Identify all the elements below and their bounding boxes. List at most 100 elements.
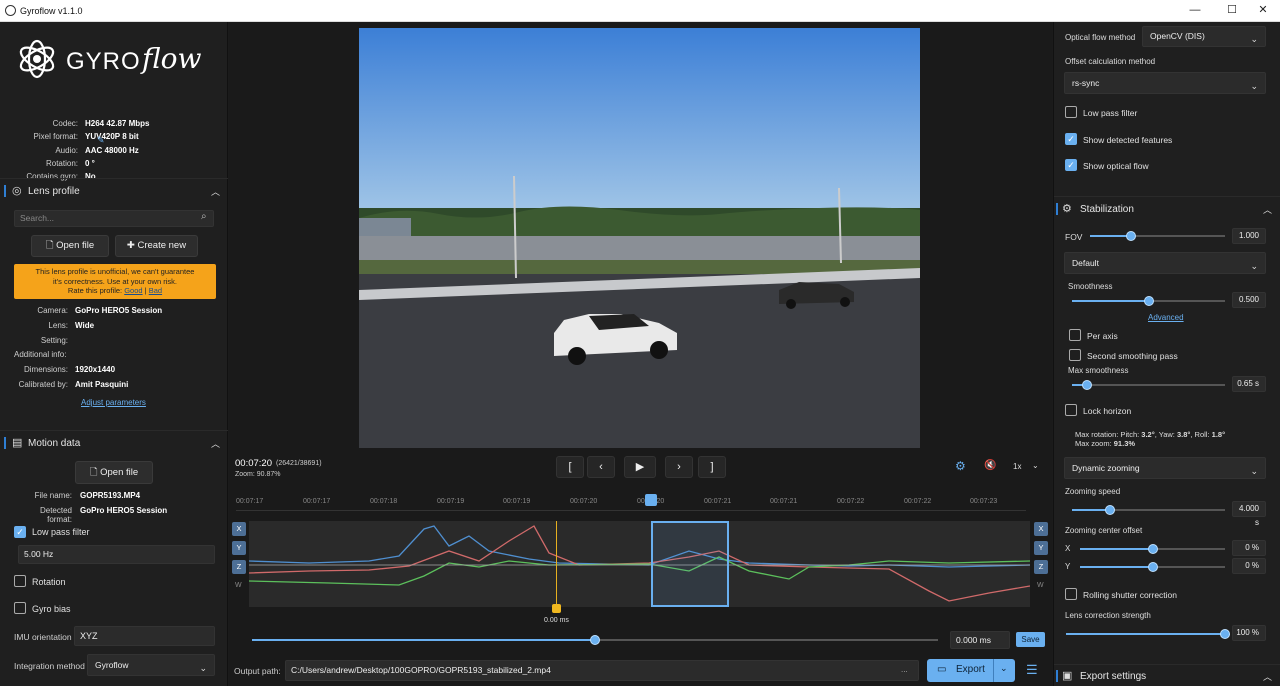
axis-toggle-z[interactable]: Z <box>232 560 246 574</box>
center-y-slider-knob[interactable] <box>1147 562 1158 572</box>
zooming-mode-value: Dynamic zooming <box>1072 463 1140 473</box>
right-low-pass-checkbox[interactable] <box>1065 106 1077 118</box>
lens-strength-slider[interactable] <box>1066 629 1230 639</box>
show-flow-checkbox[interactable]: ✓ <box>1065 159 1077 171</box>
fov-input[interactable]: 1.000 <box>1232 228 1266 244</box>
rolling-shutter-checkbox[interactable] <box>1065 588 1077 600</box>
axis-toggle-y[interactable]: Y <box>232 541 246 555</box>
playback-speed[interactable]: 1x <box>1013 462 1021 471</box>
smoothness-slider[interactable] <box>1072 296 1225 306</box>
lock-horizon-checkbox[interactable] <box>1065 404 1077 416</box>
per-axis-checkbox[interactable] <box>1069 329 1081 341</box>
section-indicator <box>1056 670 1058 682</box>
lens-profile-header[interactable]: ◎ Lens profile ︿ <box>0 178 228 202</box>
next-frame-button[interactable]: › <box>665 456 693 478</box>
axis-toggle-x[interactable]: X <box>232 522 246 536</box>
current-time: 00:07:20 <box>235 458 272 469</box>
imu-orientation-input[interactable]: XYZ <box>74 626 215 646</box>
chevron-up-icon[interactable]: ︿ <box>211 437 220 450</box>
adjust-parameters-link[interactable]: Adjust parameters <box>81 398 146 407</box>
center-x-slider[interactable] <box>1080 544 1225 554</box>
render-queue-icon[interactable]: ☰ <box>1026 662 1038 678</box>
chevron-down-icon: ⌄ <box>1250 81 1258 91</box>
axis-toggle-w[interactable]: W <box>235 582 242 589</box>
chevron-up-icon[interactable]: ︿ <box>211 185 220 198</box>
rate-good-link[interactable]: Good <box>124 286 142 295</box>
motion-graph[interactable] <box>248 521 1031 607</box>
axis-toggle-x[interactable]: X <box>1034 522 1048 536</box>
chevron-down-icon[interactable]: ⌄ <box>1032 461 1039 470</box>
gyro-bias-checkbox[interactable] <box>14 602 26 614</box>
rate-bad-link[interactable]: Bad <box>149 286 162 295</box>
sync-marker-handle[interactable] <box>552 604 561 613</box>
axis-toggle-z[interactable]: Z <box>1034 560 1048 574</box>
stabilization-header[interactable]: ⚙ Stabilization ︿ <box>1054 196 1280 220</box>
center-x-input[interactable]: 0 % <box>1232 540 1266 556</box>
low-pass-filter-checkbox[interactable]: ✓ <box>14 526 26 538</box>
smoothing-algorithm-value: Default <box>1072 258 1099 268</box>
offset-input[interactable]: 0.000 ms <box>950 631 1010 649</box>
center-x-slider-knob[interactable] <box>1147 544 1158 554</box>
flow-method-select[interactable]: OpenCV (DIS) ⌄ <box>1142 26 1266 47</box>
warning-line-3: Rate this profile: <box>67 286 123 295</box>
lens-strength-label: Lens correction strength <box>1065 611 1151 620</box>
chart-icon: ▤ <box>12 437 23 449</box>
center-y-slider[interactable] <box>1080 562 1225 572</box>
sync-selection[interactable] <box>651 521 729 607</box>
stabilization-title: Stabilization <box>1080 204 1134 215</box>
chevron-up-icon[interactable]: ︿ <box>1263 203 1272 216</box>
show-features-checkbox[interactable]: ✓ <box>1065 133 1077 145</box>
chevron-down-icon[interactable]: ⌄ <box>1000 663 1008 674</box>
output-path-input[interactable]: C:/Users/andrew/Desktop/100GOPRO/GOPR519… <box>285 660 919 681</box>
center-y-input[interactable]: 0 % <box>1232 558 1266 574</box>
lens-create-new-button[interactable]: ✚ Create new <box>115 235 198 257</box>
playhead-handle[interactable] <box>645 494 657 506</box>
max-smoothness-slider[interactable] <box>1072 380 1225 390</box>
export-button[interactable]: ▭ Export ⌄ <box>927 659 1015 682</box>
browse-output-button[interactable]: ... <box>901 665 908 674</box>
lens-strength-input[interactable]: 100 % <box>1232 625 1266 641</box>
maximize-button[interactable]: ☐ <box>1215 0 1249 22</box>
motion-data-header[interactable]: ▤ Motion data ︿ <box>0 430 228 454</box>
lens-search-input[interactable]: Search... <box>14 210 214 227</box>
play-button[interactable]: ▶ <box>624 456 656 478</box>
save-offset-button[interactable]: Save <box>1016 632 1045 647</box>
zooming-mode-select[interactable]: Dynamic zooming ⌄ <box>1064 457 1266 479</box>
zooming-speed-slider[interactable] <box>1072 505 1225 515</box>
file-icon: 🗋 <box>45 240 54 251</box>
close-button[interactable]: ✕ <box>1246 0 1280 22</box>
previous-frame-button[interactable]: ‹ <box>587 456 615 478</box>
axis-toggle-y[interactable]: Y <box>1034 541 1048 555</box>
fov-slider-knob[interactable] <box>1125 231 1136 241</box>
max-smoothness-input[interactable]: 0.65 s <box>1232 376 1266 392</box>
fov-slider[interactable] <box>1090 231 1225 241</box>
zooming-center-label: Zooming center offset <box>1065 526 1143 535</box>
zooming-speed-input[interactable]: 4.000 s <box>1232 501 1266 527</box>
export-settings-header[interactable]: ▣ Export settings ︿ <box>1054 664 1280 686</box>
smoothness-input[interactable]: 0.500 <box>1232 292 1266 308</box>
smoothness-slider-knob[interactable] <box>1143 296 1154 306</box>
offset-method-select[interactable]: rs-sync ⌄ <box>1064 72 1266 94</box>
offset-slider[interactable] <box>252 635 938 645</box>
go-to-start-button[interactable]: [ <box>556 456 584 478</box>
stabilization-toggle-icon[interactable]: ⚙ <box>955 459 966 473</box>
offset-slider-knob[interactable] <box>590 635 600 645</box>
minimize-button[interactable]: — <box>1178 0 1212 22</box>
advanced-link[interactable]: Advanced <box>1148 313 1184 322</box>
chevron-up-icon[interactable]: ︿ <box>1263 670 1272 683</box>
lens-strength-slider-knob[interactable] <box>1220 629 1230 639</box>
integration-method-select[interactable]: Gyroflow ⌄ <box>87 654 215 676</box>
second-pass-checkbox[interactable] <box>1069 349 1081 361</box>
go-to-end-button[interactable]: ] <box>698 456 726 478</box>
mute-icon[interactable]: 🔇 <box>984 460 996 471</box>
axis-toggle-w[interactable]: W <box>1037 582 1044 589</box>
smoothing-algorithm-select[interactable]: Default ⌄ <box>1064 252 1266 274</box>
lens-open-file-button[interactable]: 🗋 Open file <box>31 235 109 257</box>
edit-rotation-icon[interactable]: ✎ <box>97 135 105 146</box>
app-icon <box>5 5 16 16</box>
low-pass-filter-input[interactable]: 5.00 Hz <box>18 545 215 564</box>
rotation-checkbox[interactable] <box>14 575 26 587</box>
motion-open-file-button[interactable]: 🗋 Open file <box>75 461 153 484</box>
video-preview[interactable] <box>359 28 920 448</box>
lens-field-label: Calibrated by: <box>18 380 68 389</box>
